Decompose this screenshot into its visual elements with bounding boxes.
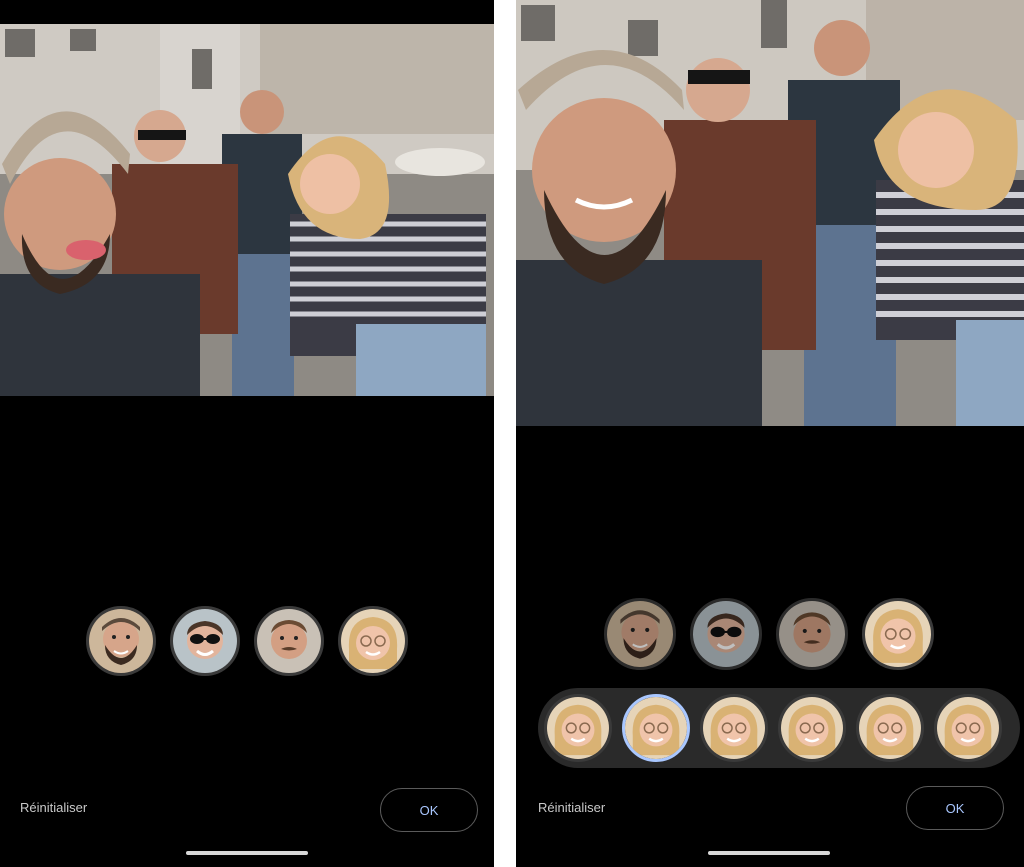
reset-button[interactable]: Réinitialiser [538,800,605,815]
ok-button[interactable]: OK [906,786,1004,830]
expression-option-4[interactable] [778,694,846,762]
group-photo [516,0,1024,426]
face-thumbnail-4[interactable] [338,606,408,676]
face-thumbnail-4[interactable] [862,598,934,670]
blonde-woman-glasses-face-icon [937,697,999,759]
right-screen: Réinitialiser OK [516,0,1024,867]
home-indicator [708,851,830,855]
blonde-woman-glasses-face-icon [547,697,609,759]
blonde-woman-glasses-face-icon [703,697,765,759]
expression-option-2[interactable] [622,694,690,762]
blonde-woman-glasses-face-icon [781,697,843,759]
expression-option-3[interactable] [700,694,768,762]
blonde-woman-glasses-face-icon [341,609,405,673]
woman-sunglasses-face-icon [693,601,759,667]
expression-option-6[interactable] [934,694,1002,762]
man-mustache-face-icon [257,609,321,673]
expression-option-1[interactable] [544,694,612,762]
man-mustache-face-icon [779,601,845,667]
bearded-man-cap-face-icon [607,601,673,667]
face-thumbnail-3[interactable] [254,606,324,676]
blonde-woman-glasses-face-icon [865,601,931,667]
woman-sunglasses-face-icon [173,609,237,673]
blonde-woman-glasses-face-icon [859,697,921,759]
face-thumbnail-2[interactable] [690,598,762,670]
face-thumbnail-1[interactable] [604,598,676,670]
expression-option-5[interactable] [856,694,924,762]
ok-button[interactable]: OK [380,788,478,832]
left-screen: Réinitialiser OK [0,0,494,867]
bearded-man-cap-face-icon [89,609,153,673]
blonde-woman-glasses-face-icon [625,697,687,759]
reset-button[interactable]: Réinitialiser [20,800,87,815]
expression-picker-strip [538,688,1020,768]
home-indicator [186,851,308,855]
face-thumbnail-3[interactable] [776,598,848,670]
group-photo [0,24,494,396]
face-thumbnail-1[interactable] [86,606,156,676]
face-thumbnail-2[interactable] [170,606,240,676]
